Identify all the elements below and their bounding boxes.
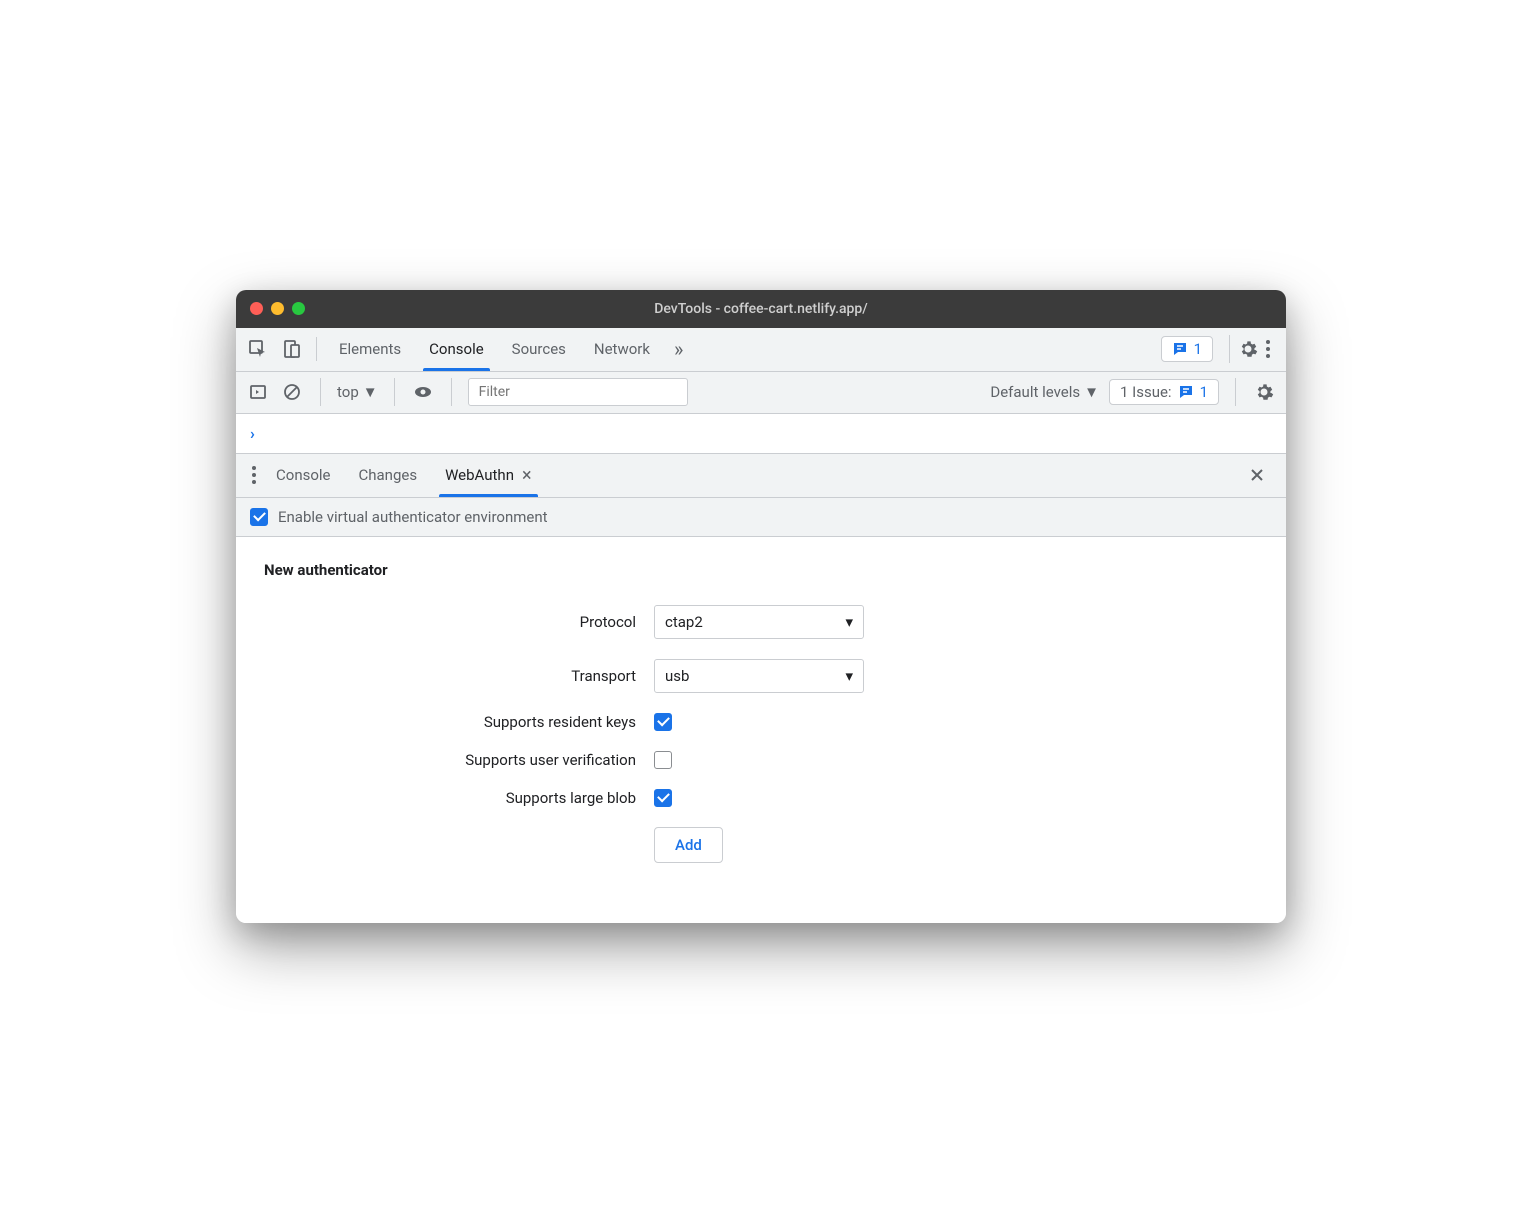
context-label: top bbox=[337, 383, 359, 401]
tab-console[interactable]: Console bbox=[415, 328, 498, 371]
devtools-window: DevTools - coffee-cart.netlify.app/ Elem… bbox=[236, 290, 1286, 923]
transport-label: Transport bbox=[264, 667, 654, 685]
divider bbox=[1229, 335, 1230, 363]
chevron-down-icon: ▾ bbox=[845, 667, 853, 685]
user-verification-row: Supports user verification bbox=[264, 751, 1258, 769]
transport-select[interactable]: usb ▾ bbox=[654, 659, 864, 693]
main-tabs: Elements Console Sources Network » 1 bbox=[236, 328, 1286, 372]
enable-env-row: Enable virtual authenticator environment bbox=[236, 498, 1286, 537]
close-window-button[interactable] bbox=[250, 302, 263, 315]
webauthn-panel: New authenticator Protocol ctap2 ▾ Trans… bbox=[236, 537, 1286, 923]
log-levels-selector[interactable]: Default levels ▼ bbox=[990, 383, 1099, 401]
titlebar: DevTools - coffee-cart.netlify.app/ bbox=[236, 290, 1286, 328]
drawer-tab-webauthn[interactable]: WebAuthn × bbox=[431, 454, 546, 497]
main-tab-icons bbox=[246, 337, 317, 361]
close-drawer-icon[interactable] bbox=[1238, 466, 1276, 484]
resident-keys-label: Supports resident keys bbox=[264, 713, 654, 731]
message-icon bbox=[1178, 384, 1194, 400]
issues-button[interactable]: 1 Issue: 1 bbox=[1109, 379, 1219, 405]
tab-network[interactable]: Network bbox=[580, 328, 664, 371]
live-expression-icon[interactable] bbox=[411, 380, 435, 404]
toggle-console-sidebar-icon[interactable] bbox=[246, 380, 270, 404]
protocol-row: Protocol ctap2 ▾ bbox=[264, 605, 1258, 639]
more-menu-icon[interactable] bbox=[1260, 340, 1276, 358]
user-verification-label: Supports user verification bbox=[264, 751, 654, 769]
inspect-element-icon[interactable] bbox=[246, 337, 270, 361]
chevron-down-icon: ▼ bbox=[1084, 383, 1099, 401]
issues-count: 1 bbox=[1200, 383, 1208, 401]
large-blob-label: Supports large blob bbox=[264, 789, 654, 807]
enable-env-checkbox[interactable] bbox=[250, 508, 268, 526]
drawer-more-icon[interactable] bbox=[246, 466, 262, 484]
drawer-tabs: Console Changes WebAuthn × bbox=[236, 454, 1286, 498]
minimize-window-button[interactable] bbox=[271, 302, 284, 315]
divider bbox=[451, 378, 452, 406]
divider bbox=[320, 378, 321, 406]
issues-label: 1 Issue: bbox=[1120, 383, 1172, 401]
issues-badge-count: 1 bbox=[1194, 340, 1202, 358]
console-body[interactable]: › bbox=[236, 414, 1286, 454]
protocol-select[interactable]: ctap2 ▾ bbox=[654, 605, 864, 639]
large-blob-row: Supports large blob bbox=[264, 789, 1258, 807]
user-verification-checkbox[interactable] bbox=[654, 751, 672, 769]
levels-label: Default levels bbox=[990, 383, 1080, 401]
issues-badge[interactable]: 1 bbox=[1161, 336, 1213, 362]
device-toggle-icon[interactable] bbox=[280, 337, 304, 361]
large-blob-checkbox[interactable] bbox=[654, 789, 672, 807]
divider bbox=[1235, 378, 1236, 406]
tab-elements[interactable]: Elements bbox=[325, 328, 415, 371]
console-toolbar: top ▼ Default levels ▼ 1 Issue: 1 bbox=[236, 372, 1286, 414]
more-tabs-icon[interactable]: » bbox=[664, 337, 693, 361]
settings-icon[interactable] bbox=[1236, 337, 1260, 361]
add-button[interactable]: Add bbox=[654, 827, 723, 863]
filter-input[interactable] bbox=[468, 378, 688, 406]
transport-value: usb bbox=[665, 667, 689, 685]
context-selector[interactable]: top ▼ bbox=[337, 383, 378, 401]
drawer-tab-changes[interactable]: Changes bbox=[345, 454, 432, 497]
resident-keys-row: Supports resident keys bbox=[264, 713, 1258, 731]
traffic-lights bbox=[250, 302, 305, 315]
protocol-value: ctap2 bbox=[665, 613, 703, 631]
message-icon bbox=[1172, 341, 1188, 357]
enable-env-label: Enable virtual authenticator environment bbox=[278, 508, 548, 526]
close-tab-icon[interactable]: × bbox=[522, 465, 532, 486]
console-prompt-icon: › bbox=[250, 424, 255, 443]
transport-row: Transport usb ▾ bbox=[264, 659, 1258, 693]
protocol-label: Protocol bbox=[264, 613, 654, 631]
window-title: DevTools - coffee-cart.netlify.app/ bbox=[654, 301, 868, 317]
divider bbox=[394, 378, 395, 406]
chevron-down-icon: ▼ bbox=[363, 383, 378, 401]
add-row: Add bbox=[264, 827, 1258, 863]
maximize-window-button[interactable] bbox=[292, 302, 305, 315]
clear-console-icon[interactable] bbox=[280, 380, 304, 404]
tab-sources[interactable]: Sources bbox=[498, 328, 580, 371]
drawer-tab-webauthn-label: WebAuthn bbox=[445, 466, 514, 484]
drawer-tab-console[interactable]: Console bbox=[262, 454, 345, 497]
chevron-down-icon: ▾ bbox=[845, 613, 853, 631]
console-settings-icon[interactable] bbox=[1252, 380, 1276, 404]
section-title: New authenticator bbox=[264, 561, 1258, 579]
resident-keys-checkbox[interactable] bbox=[654, 713, 672, 731]
